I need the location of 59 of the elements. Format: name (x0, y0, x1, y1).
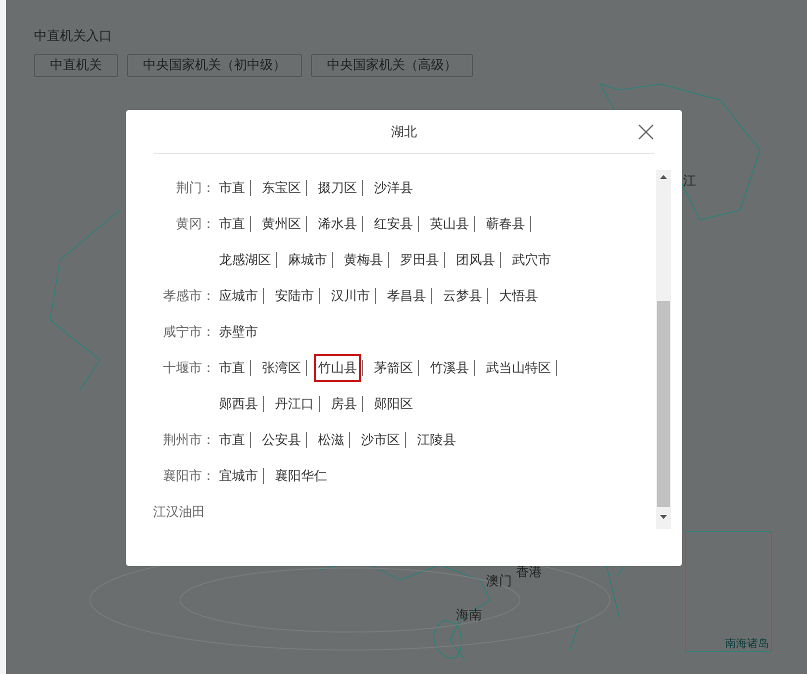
close-icon[interactable] (638, 124, 654, 140)
district-link[interactable]: 竹溪县 (426, 354, 473, 382)
district-link[interactable]: 市直 (215, 174, 249, 202)
district-link[interactable]: 应城市 (215, 282, 262, 310)
region-label: 十堰市： (162, 359, 215, 377)
region-label: 咸宁市： (162, 323, 215, 341)
district-link[interactable]: 安陆市 (271, 282, 318, 310)
district-link[interactable]: 云梦县 (439, 282, 486, 310)
district-link[interactable]: 郧西县 (215, 390, 262, 418)
map-label: 江 (683, 172, 696, 190)
district-link[interactable]: 公安县 (258, 426, 305, 454)
district-link[interactable]: 市直 (215, 354, 249, 382)
scrollbar[interactable] (656, 170, 671, 529)
map-label: 香港 (516, 563, 542, 581)
district-link[interactable]: 浠水县 (314, 210, 361, 238)
district-link[interactable]: 宜城市 (215, 462, 262, 490)
district-link[interactable]: 武穴市 (508, 246, 555, 274)
district-link[interactable]: 房县 (327, 390, 361, 418)
district-link[interactable]: 襄阳华仁 (271, 462, 331, 490)
district-link[interactable]: 郧阳区 (370, 390, 417, 418)
district-link[interactable]: 龙感湖区 (215, 246, 275, 274)
district-link[interactable]: 罗田县 (396, 246, 443, 274)
district-link[interactable]: 丹江口 (271, 390, 318, 418)
district-link[interactable]: 市直 (215, 210, 249, 238)
dialog-title: 湖北 (391, 122, 417, 141)
district-link[interactable]: 汉川市 (327, 282, 374, 310)
section-heading: 中直机关入口 (34, 27, 113, 45)
inset-map-label: 南海诸岛 (725, 637, 770, 651)
map-label: 澳门 (486, 572, 512, 590)
district-link[interactable]: 张湾区 (258, 354, 305, 382)
district-link[interactable]: 黄州区 (258, 210, 305, 238)
district-link[interactable]: 红安县 (370, 210, 417, 238)
region-label: 黄冈： (175, 215, 215, 233)
district-link[interactable]: 赤壁市 (215, 318, 262, 346)
district-link[interactable]: 麻城市 (284, 246, 331, 274)
region-label: 江汉油田 (153, 503, 205, 521)
region-label: 孝感市： (162, 287, 215, 305)
district-link[interactable]: 松滋 (314, 426, 348, 454)
region-label: 荆州市： (162, 431, 215, 449)
region-label: 荆门： (175, 179, 215, 197)
scroll-up-icon[interactable] (660, 175, 667, 179)
district-link[interactable]: 英山县 (426, 210, 473, 238)
scroll-down-icon[interactable] (660, 515, 667, 519)
district-link[interactable]: 团风县 (452, 246, 499, 274)
district-link[interactable]: 竹山县 (314, 354, 361, 382)
district-link[interactable]: 蕲春县 (482, 210, 529, 238)
district-link[interactable]: 江陵县 (413, 426, 460, 454)
district-link[interactable]: 孝昌县 (383, 282, 430, 310)
district-link[interactable]: 茅箭区 (370, 354, 417, 382)
district-link[interactable]: 沙洋县 (370, 174, 417, 202)
region-label: 襄阳市： (162, 467, 215, 485)
district-link[interactable]: 市直 (215, 426, 249, 454)
district-link[interactable]: 掇刀区 (314, 174, 361, 202)
district-link[interactable]: 大悟县 (495, 282, 542, 310)
district-link[interactable]: 武当山特区 (482, 354, 555, 382)
district-link[interactable]: 沙市区 (357, 426, 404, 454)
district-link[interactable]: 黄梅县 (340, 246, 387, 274)
district-link[interactable]: 东宝区 (258, 174, 305, 202)
map-label: 海南 (456, 606, 482, 624)
